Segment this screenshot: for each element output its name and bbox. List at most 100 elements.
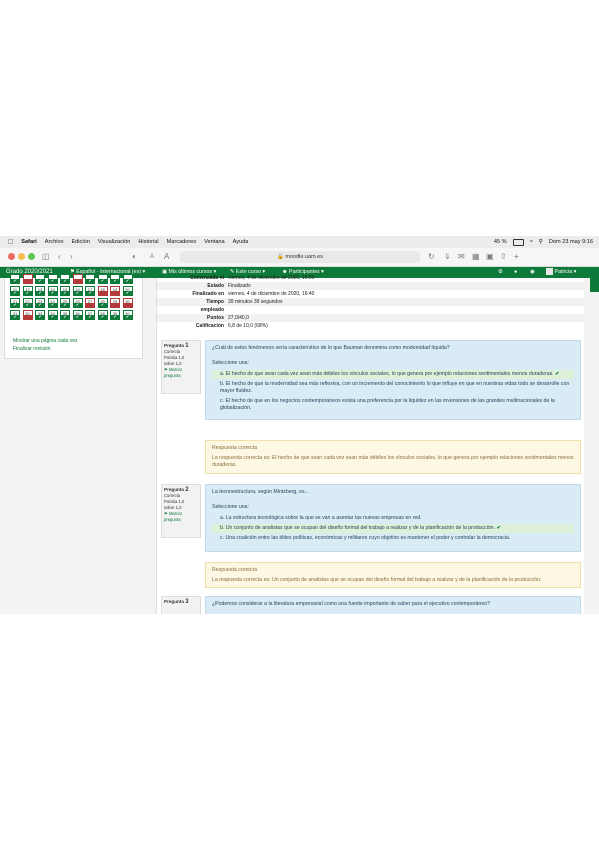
check-icon: ✔	[98, 279, 107, 283]
quiz-nav-button[interactable]: 33 ✔	[35, 310, 45, 320]
feedback-title-1: Respuesta correcta	[212, 445, 257, 451]
quiz-nav-button[interactable]: 15 ✔	[60, 286, 70, 296]
reader-small-text-button[interactable]: A	[150, 251, 154, 263]
summary-value: 27,0/40,0	[228, 315, 249, 321]
summary-key: Puntos	[207, 315, 224, 321]
answer-option-1c[interactable]: c. El hecho de que en los negocios conte…	[212, 397, 574, 413]
quiz-nav-button[interactable]: 11 ✔	[10, 286, 20, 296]
answer-option-1a[interactable]: a. El hecho de que sean cada vez sean má…	[212, 370, 574, 379]
check-icon: ✔	[48, 315, 57, 319]
check-icon: ✔	[11, 279, 19, 283]
wifi-icon[interactable]: ≈	[530, 239, 533, 245]
quiz-nav-button[interactable]: 26 ✔	[72, 298, 83, 308]
mail-icon[interactable]: ✉	[458, 251, 465, 263]
quiz-nav-button[interactable]: 37 ✔	[85, 310, 95, 320]
menu-historial[interactable]: Historial	[138, 239, 158, 245]
quiz-nav-button[interactable]: 38 ✔	[97, 310, 108, 320]
quiz-nav-button[interactable]: 36 ✔	[72, 310, 83, 320]
quiz-nav-button[interactable]: ✔	[97, 274, 108, 284]
quiz-nav-button[interactable]: 35 ✔	[60, 310, 70, 320]
question-box-1: ¿Cuál de estos fenómenos sería caracterí…	[205, 340, 581, 420]
quiz-nav-button[interactable]: 12 ✔	[22, 286, 33, 296]
finish-review-link[interactable]: Finalizar revisión	[13, 346, 51, 352]
check-icon: ✔	[111, 279, 119, 283]
new-tab-icon[interactable]: +	[514, 251, 519, 263]
check-icon: ✔	[36, 303, 44, 307]
close-window-button[interactable]	[8, 253, 15, 260]
page-content: ✔ ✔ ✔ ✔ ✔ ✔ ✔ ✔ 11 ✔ 12 ✔ 13 ✔ 14 ✔ 15 ✔ 16 ✔ 17 ✔ 18 19 20 ✔ 21 ✔ 2…	[0, 274, 599, 614]
feedback-box-2: Respuesta correcta La respuesta correcta…	[205, 562, 581, 588]
show-one-page-link[interactable]: Mostrar una página cada vez	[13, 338, 77, 344]
menu-ventana[interactable]: Ventana	[204, 239, 225, 245]
extensions-icon[interactable]: ▣	[486, 251, 494, 263]
quiz-nav-button[interactable]: 21 ✔	[10, 298, 20, 308]
quiz-nav-button[interactable]: 13 ✔	[35, 286, 45, 296]
apple-icon[interactable]: 	[8, 239, 13, 246]
summary-value: viernes, 4 de diciembre de 2020, 16:00	[228, 275, 315, 281]
menu-app-name[interactable]: Safari	[21, 239, 37, 245]
menu-ayuda[interactable]: Ayuda	[233, 239, 249, 245]
quiz-nav-button[interactable]: 23 ✔	[35, 298, 45, 308]
battery-percent: 45 %	[493, 239, 507, 245]
select-one-label-2: Seleccione una:	[212, 504, 249, 510]
quiz-nav-button[interactable]: 40 ✔	[122, 310, 133, 320]
battery-icon[interactable]	[512, 238, 524, 246]
menu-archivo[interactable]: Archivo	[45, 239, 64, 245]
check-icon: ✔	[73, 303, 82, 307]
quiz-nav-button[interactable]: 14 ✔	[47, 286, 58, 296]
tab-overview-icon[interactable]: ▦	[472, 251, 480, 263]
quiz-nav-button[interactable]: 20 ✔	[122, 286, 133, 296]
reload-icon[interactable]: ↻	[428, 251, 435, 263]
flag-question-2[interactable]: ⚑ Marcar pregunta	[164, 511, 198, 523]
quiz-nav-button[interactable]: 28 ✔	[97, 298, 108, 308]
quiz-nav-button[interactable]: 16 ✔	[72, 286, 83, 296]
back-icon[interactable]: ‹	[58, 251, 61, 263]
quiz-nav-button[interactable]: 19	[110, 286, 120, 296]
quiz-nav-button[interactable]: 17 ✔	[85, 286, 95, 296]
zoom-window-button[interactable]	[28, 253, 35, 260]
summary-row: Finalizado en viernes, 4 de diciembre de …	[157, 290, 584, 298]
quiz-nav-button[interactable]: 24 ✔	[47, 298, 58, 308]
minimize-window-button[interactable]	[18, 253, 25, 260]
quiz-nav-button[interactable]: ✔	[10, 274, 20, 284]
check-icon: ✔	[11, 291, 19, 295]
answer-option-2a[interactable]: a. La estructura tecnológica sobre la qu…	[212, 514, 574, 523]
quiz-nav-button[interactable]: ✔	[35, 274, 45, 284]
question-box-2: La tecnoestructura, según Mintzberg, es.…	[205, 484, 581, 552]
quiz-nav-button[interactable]: 25 ✔	[60, 298, 70, 308]
menu-visualizacion[interactable]: Visualización	[98, 239, 131, 245]
quiz-nav-button[interactable]: 30	[122, 298, 133, 308]
quiz-nav-button[interactable]: 39 ✔	[110, 310, 120, 320]
quiz-nav-button[interactable]: ✔	[110, 274, 120, 284]
quiz-nav-button[interactable]: ✔	[60, 274, 70, 284]
quiz-review-main: Comenzado el viernes, 4 de diciembre de 2…	[156, 275, 584, 614]
menu-edicion[interactable]: Edición	[71, 239, 89, 245]
menu-marcadores[interactable]: Marcadores	[167, 239, 197, 245]
quiz-nav-button[interactable]	[22, 274, 33, 284]
answer-option-2b[interactable]: b. Un conjunto de analistas que se ocupa…	[212, 524, 574, 533]
flag-question-1[interactable]: ⚑ Marcar pregunta	[164, 367, 198, 379]
quiz-nav-button[interactable]: 18	[97, 286, 108, 296]
quiz-nav-button[interactable]: 29	[110, 298, 120, 308]
quiz-nav-button[interactable]	[72, 274, 83, 284]
address-bar[interactable]: 🔒 moodle.uam.es	[180, 251, 420, 263]
answer-option-2c[interactable]: c. Una coalición entre las élites políti…	[212, 534, 574, 543]
reader-large-text-button[interactable]: A	[164, 251, 169, 263]
quiz-nav-button[interactable]: 31 ✔	[10, 310, 20, 320]
forward-icon[interactable]: ›	[70, 251, 73, 263]
quiz-nav-button[interactable]: 32	[22, 310, 33, 320]
downloads-icon[interactable]: ⇓	[444, 251, 451, 263]
check-icon: ✔	[23, 291, 32, 295]
quiz-nav-button[interactable]: ✔	[122, 274, 133, 284]
answer-option-1b[interactable]: b. El hecho de que la modernidad sea más…	[212, 380, 574, 396]
quiz-nav-button[interactable]: ✔	[47, 274, 58, 284]
privacy-shield-icon[interactable]: ◐	[132, 251, 137, 263]
clock[interactable]: Dom 23 may 9:16	[549, 239, 593, 245]
sidebar-icon[interactable]: ◫	[42, 251, 50, 263]
quiz-nav-button[interactable]: 22 ✔	[22, 298, 33, 308]
share-icon[interactable]: ⇧	[500, 251, 507, 263]
quiz-nav-button[interactable]: 34 ✔	[47, 310, 58, 320]
search-icon[interactable]: ⚲	[539, 239, 543, 245]
quiz-nav-button[interactable]: ✔	[85, 274, 95, 284]
quiz-nav-button[interactable]: 27	[85, 298, 95, 308]
